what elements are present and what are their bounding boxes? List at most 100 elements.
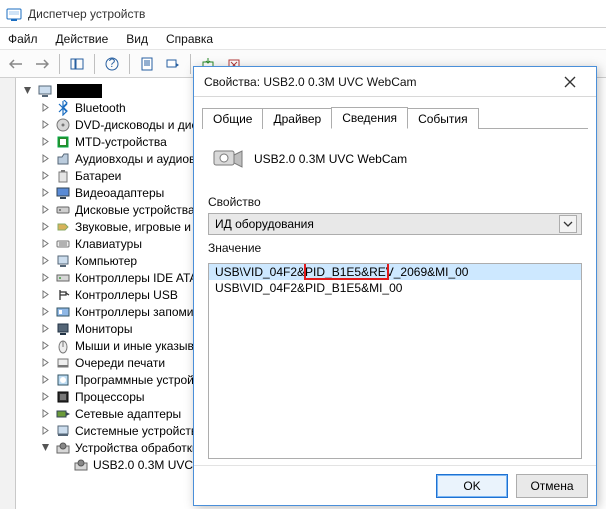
menu-action[interactable]: Действие bbox=[56, 32, 109, 46]
property-label: Свойство bbox=[208, 195, 582, 209]
expand-icon[interactable] bbox=[40, 272, 51, 283]
toolbar-forward-button[interactable] bbox=[30, 53, 54, 75]
toolbar-separator bbox=[129, 54, 130, 74]
tree-root-label bbox=[57, 84, 102, 98]
tree-item-label: Мониторы bbox=[75, 322, 132, 336]
device-category-icon bbox=[55, 270, 71, 286]
tab-general[interactable]: Общие bbox=[202, 108, 263, 129]
expand-icon[interactable] bbox=[40, 170, 51, 181]
tree-item-label: Системные устройства bbox=[75, 424, 204, 438]
toolbar-back-button[interactable] bbox=[4, 53, 28, 75]
device-category-icon bbox=[55, 202, 71, 218]
toolbar-scan-button[interactable] bbox=[161, 53, 185, 75]
tree-item-label: Аудиовходы и аудиовы bbox=[75, 152, 204, 166]
value-list-item[interactable]: USB\VID_04F2&PID_B1E5&MI_00 bbox=[209, 280, 581, 296]
expand-icon[interactable] bbox=[40, 425, 51, 436]
tree-item-label: Контроллеры USB bbox=[75, 288, 178, 302]
webcam-icon bbox=[73, 457, 89, 473]
expand-icon[interactable] bbox=[40, 255, 51, 266]
property-combobox[interactable]: ИД оборудования bbox=[208, 213, 582, 235]
menu-view[interactable]: Вид bbox=[126, 32, 148, 46]
cancel-button[interactable]: Отмена bbox=[516, 474, 588, 498]
device-category-icon bbox=[55, 185, 71, 201]
dialog-tabs: Общие Драйвер Сведения События bbox=[202, 105, 588, 129]
expand-icon bbox=[58, 459, 69, 470]
expand-icon[interactable] bbox=[40, 102, 51, 113]
device-category-icon bbox=[55, 304, 71, 320]
dialog-button-row: OK Отмена bbox=[194, 465, 596, 505]
device-category-icon bbox=[55, 100, 71, 116]
tree-item-label: Процессоры bbox=[75, 390, 145, 404]
property-selected-value: ИД оборудования bbox=[215, 217, 314, 231]
device-name-label: USB2.0 0.3M UVC WebCam bbox=[254, 152, 407, 166]
device-category-icon bbox=[55, 338, 71, 354]
tree-item-label: Устройства обработки bbox=[75, 441, 199, 455]
device-category-icon bbox=[55, 355, 71, 371]
device-category-icon bbox=[55, 168, 71, 184]
expand-icon[interactable] bbox=[40, 374, 51, 385]
expand-icon[interactable] bbox=[40, 306, 51, 317]
tree-item-label: Сетевые адаптеры bbox=[75, 407, 181, 421]
webcam-icon bbox=[212, 143, 244, 175]
expand-icon[interactable] bbox=[40, 323, 51, 334]
expand-icon[interactable] bbox=[40, 119, 51, 130]
tree-item-label: Контроллеры запомин bbox=[75, 305, 200, 319]
device-header: USB2.0 0.3M UVC WebCam bbox=[208, 139, 582, 189]
dialog-titlebar[interactable]: Свойства: USB2.0 0.3M UVC WebCam bbox=[194, 67, 596, 97]
tab-details[interactable]: Сведения bbox=[331, 107, 408, 129]
device-category-icon bbox=[55, 117, 71, 133]
close-button[interactable] bbox=[550, 71, 590, 93]
collapse-icon[interactable] bbox=[22, 85, 33, 96]
expand-icon[interactable] bbox=[40, 204, 51, 215]
device-category-icon bbox=[55, 406, 71, 422]
menu-help[interactable]: Справка bbox=[166, 32, 213, 46]
tree-item-label: Контроллеры IDE ATA/ bbox=[75, 271, 201, 285]
tab-driver[interactable]: Драйвер bbox=[262, 108, 332, 129]
device-category-icon bbox=[55, 134, 71, 150]
tree-item-label: Клавиатуры bbox=[75, 237, 142, 251]
expand-icon[interactable] bbox=[40, 187, 51, 198]
tree-item-label: Компьютер bbox=[75, 254, 137, 268]
expand-icon[interactable] bbox=[40, 357, 51, 368]
toolbar-separator bbox=[94, 54, 95, 74]
tree-item-label: Дисковые устройства bbox=[75, 203, 195, 217]
device-category-icon bbox=[55, 151, 71, 167]
menu-file[interactable]: Файл bbox=[8, 32, 38, 46]
toolbar-show-tree-button[interactable] bbox=[65, 53, 89, 75]
toolbar-help-button[interactable]: ? bbox=[100, 53, 124, 75]
main-title: Диспетчер устройств bbox=[28, 7, 145, 21]
value-list-item[interactable]: USB\VID_04F2&PID_B1E5&REV_2069&MI_00 bbox=[209, 264, 581, 280]
expand-icon[interactable] bbox=[40, 153, 51, 164]
tree-item-label: Батареи bbox=[75, 169, 121, 183]
toolbar-separator bbox=[190, 54, 191, 74]
toolbar-properties-button[interactable] bbox=[135, 53, 159, 75]
app-icon bbox=[6, 6, 22, 22]
device-category-icon bbox=[55, 236, 71, 252]
expand-icon[interactable] bbox=[40, 408, 51, 419]
tree-item-label: Программные устройс bbox=[75, 373, 200, 387]
expand-icon[interactable] bbox=[40, 289, 51, 300]
tree-item-label: Мыши и иные указыва bbox=[75, 339, 200, 353]
left-margin-strip bbox=[0, 78, 16, 509]
value-listbox[interactable]: USB\VID_04F2&PID_B1E5&REV_2069&MI_00USB\… bbox=[208, 263, 582, 459]
properties-dialog: Свойства: USB2.0 0.3M UVC WebCam Общие Д… bbox=[193, 66, 597, 506]
expand-icon[interactable] bbox=[40, 340, 51, 351]
svg-text:?: ? bbox=[109, 57, 116, 70]
toolbar-separator bbox=[59, 54, 60, 74]
tree-item-label: Видеоадаптеры bbox=[75, 186, 164, 200]
expand-icon[interactable] bbox=[40, 221, 51, 232]
expand-icon[interactable] bbox=[40, 136, 51, 147]
ok-button[interactable]: OK bbox=[436, 474, 508, 498]
dialog-title: Свойства: USB2.0 0.3M UVC WebCam bbox=[204, 75, 417, 89]
expand-icon[interactable] bbox=[40, 238, 51, 249]
tab-events[interactable]: События bbox=[407, 108, 479, 129]
expand-icon[interactable] bbox=[40, 442, 51, 453]
device-category-icon bbox=[55, 321, 71, 337]
main-titlebar: Диспетчер устройств bbox=[0, 0, 606, 28]
device-category-icon bbox=[55, 287, 71, 303]
device-category-icon bbox=[55, 440, 71, 456]
expand-icon[interactable] bbox=[40, 391, 51, 402]
tree-item-label: Звуковые, игровые и в bbox=[75, 220, 201, 234]
value-label: Значение bbox=[208, 241, 582, 255]
device-category-icon bbox=[55, 253, 71, 269]
